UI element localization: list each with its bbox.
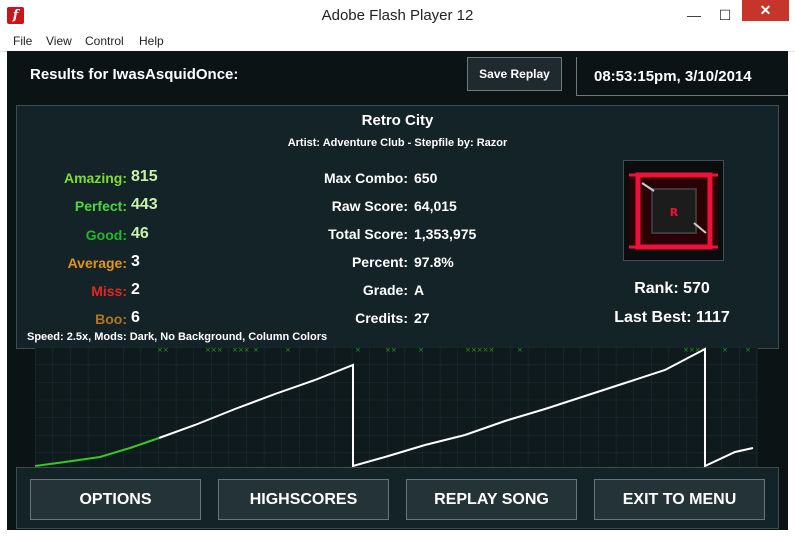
song-subtitle: Artist: Adventure Club - Stepfile by: Ra… — [287, 137, 508, 149]
svg-text:××: ×× — [385, 347, 397, 354]
grade-value: A — [414, 282, 425, 298]
menu-bar: File View Control Help — [0, 31, 795, 52]
datetime: 08:53:15pm, 3/10/2014 — [594, 68, 752, 85]
svg-text:×××××: ××××× — [465, 347, 494, 354]
menu-control[interactable]: Control — [85, 34, 124, 48]
svg-text:×: × — [722, 347, 728, 354]
menu-help[interactable]: Help — [139, 34, 164, 48]
amazing-label: Amazing: — [64, 170, 127, 186]
last-best-text: Last Best: 1117 — [614, 309, 730, 326]
svg-text:×××: ××× — [205, 347, 223, 354]
grade-label: Grade: — [362, 282, 408, 298]
percent-label: Percent: — [351, 254, 408, 270]
svg-text:×: × — [418, 347, 424, 354]
average-label: Average: — [67, 255, 127, 271]
datetime-box: 08:53:15pm, 3/10/2014 — [576, 57, 788, 96]
menu-view[interactable]: View — [46, 34, 72, 48]
raw-score-label: Raw Score: — [331, 198, 408, 214]
options-button[interactable]: OPTIONS — [30, 479, 201, 520]
highscores-button[interactable]: HIGHSCORES — [218, 479, 389, 520]
menu-file[interactable]: File — [13, 34, 32, 48]
svg-text:×: × — [253, 347, 259, 354]
perfect-label: Perfect: — [74, 198, 127, 214]
svg-text:×: × — [285, 347, 291, 354]
note-letter: R — [670, 206, 679, 219]
total-score-label: Total Score: — [328, 226, 408, 242]
graph-grid — [35, 347, 758, 467]
good-value: 46 — [131, 225, 149, 242]
results-header: Results for IwasAsquidOnce: — [30, 66, 239, 83]
note-thumbnail: R — [623, 160, 724, 261]
total-score-value: 1,353,975 — [414, 226, 477, 242]
percent-value: 97.8% — [414, 254, 454, 270]
perfect-value: 443 — [131, 196, 158, 213]
amazing-value: 815 — [131, 168, 158, 185]
results-panel: Retro City Artist: Adventure Club - Step… — [16, 105, 779, 349]
exit-to-menu-button[interactable]: EXIT TO MENU — [594, 479, 765, 520]
good-label: Good: — [85, 227, 127, 243]
song-title: Retro City — [361, 112, 434, 129]
flash-game-area: Results for IwasAsquidOnce: Save Replay … — [7, 51, 788, 530]
rank-text: Rank: 570 — [634, 280, 710, 297]
average-value: 3 — [131, 253, 140, 270]
bottom-nav: OPTIONS HIGHSCORES REPLAY SONG EXIT TO M… — [16, 467, 779, 529]
boo-label: Boo: — [95, 311, 127, 327]
save-replay-button[interactable]: Save Replay — [467, 57, 562, 91]
note-arrow-icon: R — [624, 161, 723, 260]
max-combo-value: 650 — [414, 170, 438, 186]
title-bar: f Adobe Flash Player 12 — ☐ ✕ — [0, 0, 795, 31]
miss-value: 2 — [131, 281, 140, 298]
svg-text:×××: ××× — [232, 347, 250, 354]
replay-song-button[interactable]: REPLAY SONG — [406, 479, 577, 520]
boo-value: 6 — [131, 309, 140, 326]
score-graph: ×× ××× ××× × × × ×× × ××××× × ×××× × × — [35, 347, 758, 467]
svg-text:××: ×× — [157, 347, 169, 354]
close-button[interactable]: ✕ — [742, 0, 789, 21]
raw-score-value: 64,015 — [414, 198, 457, 214]
credits-label: Credits: — [355, 310, 408, 326]
svg-text:×: × — [517, 347, 523, 354]
minimize-button[interactable]: — — [681, 7, 707, 23]
svg-text:×: × — [745, 347, 751, 354]
svg-text:×: × — [355, 347, 361, 354]
credits-value: 27 — [414, 310, 430, 326]
window-title: Adobe Flash Player 12 — [321, 7, 474, 24]
max-combo-label: Max Combo: — [324, 170, 408, 186]
miss-label: Miss: — [91, 283, 127, 299]
speed-mods-text: Speed: 2.5x, Mods: Dark, No Background, … — [27, 331, 328, 343]
maximize-button[interactable]: ☐ — [712, 7, 738, 24]
